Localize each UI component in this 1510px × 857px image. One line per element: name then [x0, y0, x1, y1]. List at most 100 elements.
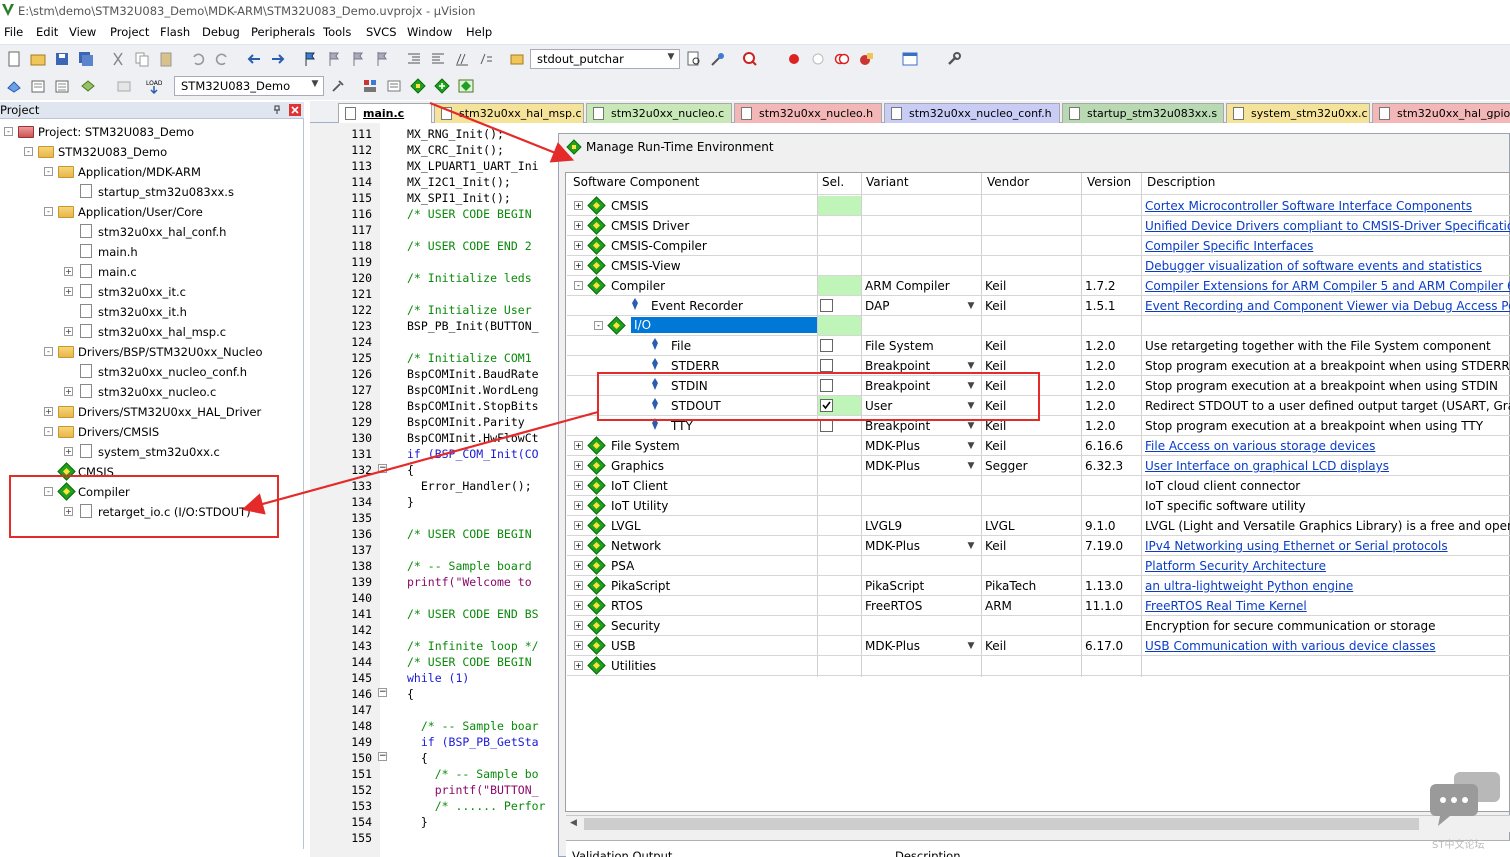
tree-node[interactable]: + system_stm32u0xx.c: [0, 443, 300, 461]
code-line[interactable]: BspCOMInit.HwFlowCt: [407, 431, 539, 445]
translate-icon[interactable]: [6, 78, 22, 94]
code-line[interactable]: MX_I2C1_Init();: [407, 175, 511, 189]
bookmark-next-icon[interactable]: [350, 51, 366, 67]
manage-books-icon[interactable]: [386, 78, 402, 94]
col-header-version[interactable]: Version: [1087, 175, 1131, 189]
menu-tools[interactable]: Tools: [323, 25, 351, 39]
code-line[interactable]: BSP_PB_Init(BUTTON_: [407, 319, 539, 333]
expand-icon[interactable]: +: [574, 601, 583, 610]
expand-icon[interactable]: +: [574, 501, 583, 510]
nav-forward-icon[interactable]: [270, 51, 286, 67]
code-line[interactable]: {: [407, 687, 414, 701]
code-line[interactable]: /* Infinite loop */: [407, 639, 539, 653]
new-file-icon[interactable]: [6, 51, 22, 67]
expand-icon[interactable]: +: [64, 287, 73, 296]
code-line[interactable]: /* Initialize User: [407, 303, 532, 317]
code-line[interactable]: /* USER CODE END 2: [407, 239, 532, 253]
code-line[interactable]: /* USER CODE BEGIN: [407, 527, 532, 541]
description-link[interactable]: Platform Security Architecture: [1145, 559, 1326, 573]
code-line[interactable]: /* Initialize leds: [407, 271, 532, 285]
code-line[interactable]: /* USER CODE BEGIN: [407, 655, 532, 669]
menu-debug[interactable]: Debug: [202, 25, 240, 39]
description-link[interactable]: FreeRTOS Real Time Kernel: [1145, 599, 1307, 613]
redo-icon[interactable]: [214, 51, 230, 67]
tree-node[interactable]: - STM32U083_Demo: [0, 143, 300, 161]
debug-search-icon[interactable]: [742, 51, 758, 67]
expand-icon[interactable]: +: [574, 221, 583, 230]
code-line[interactable]: printf("Welcome to: [407, 575, 532, 589]
rte-row[interactable]: + PSA Platform Security Architecture: [567, 556, 1510, 576]
target-combo[interactable]: STM32U083_Demo ▼: [174, 76, 324, 96]
tab-7[interactable]: system_stm32u0xx.c: [1226, 103, 1370, 123]
chevron-down-icon[interactable]: ▼: [963, 437, 979, 455]
tree-node[interactable]: - Application/User/Core: [0, 203, 300, 221]
collapse-icon[interactable]: -: [574, 281, 583, 290]
menu-file[interactable]: File: [4, 25, 23, 39]
description-link[interactable]: USB Communication with various device cl…: [1145, 639, 1436, 653]
tree-node[interactable]: + main.c: [0, 263, 300, 281]
collapse-icon[interactable]: -: [44, 207, 53, 216]
code-line[interactable]: MX_LPUART1_UART_Ini: [407, 159, 539, 173]
description-link[interactable]: Compiler Extensions for ARM Compiler 5 a…: [1145, 279, 1510, 293]
col-header-vendor[interactable]: Vendor: [987, 175, 1029, 189]
collapse-icon[interactable]: -: [44, 427, 53, 436]
menu-svcs[interactable]: SVCS: [366, 25, 397, 39]
tree-node[interactable]: - Drivers/BSP/STM32U0xx_Nucleo: [0, 343, 300, 361]
collapse-icon[interactable]: -: [4, 127, 13, 136]
nav-back-icon[interactable]: [246, 51, 262, 67]
chevron-down-icon[interactable]: ▼: [309, 79, 321, 93]
close-icon[interactable]: [289, 104, 301, 116]
description-link[interactable]: File Access on various storage devices: [1145, 439, 1375, 453]
tree-node[interactable]: stm32u0xx_hal_conf.h: [0, 223, 300, 241]
tree-node[interactable]: + Drivers/STM32U0xx_HAL_Driver: [0, 403, 300, 421]
scroll-left-icon[interactable]: ◀: [570, 818, 577, 828]
copy-icon[interactable]: [134, 51, 150, 67]
expand-icon[interactable]: +: [574, 241, 583, 250]
find-in-files-icon[interactable]: [510, 51, 526, 67]
expand-icon[interactable]: +: [574, 661, 583, 670]
chevron-down-icon[interactable]: ▼: [665, 52, 677, 66]
tab-5[interactable]: stm32u0xx_nucleo_conf.h: [884, 103, 1060, 123]
tab-3[interactable]: stm32u0xx_nucleo.c: [586, 103, 732, 123]
undo-icon[interactable]: [190, 51, 206, 67]
code-line[interactable]: MX_SPI1_Init();: [407, 191, 511, 205]
expand-icon[interactable]: +: [64, 387, 73, 396]
bookmark-clear-icon[interactable]: [374, 51, 390, 67]
tree-node[interactable]: - Drivers/CMSIS: [0, 423, 300, 441]
fold-icon[interactable]: −: [378, 752, 387, 761]
col-header-component[interactable]: Software Component: [573, 175, 699, 189]
tree-node[interactable]: + stm32u0xx_nucleo.c: [0, 383, 300, 401]
tree-node[interactable]: + stm32u0xx_it.c: [0, 283, 300, 301]
menu-help[interactable]: Help: [466, 25, 492, 39]
menu-view[interactable]: View: [69, 25, 96, 39]
expand-icon[interactable]: +: [64, 447, 73, 456]
rte-row[interactable]: Event Recorder DAP ▼ Keil 1.5.1 Event Recordi…: [567, 296, 1510, 316]
code-line[interactable]: {: [407, 751, 428, 765]
rte-row[interactable]: + IoT Client IoT cloud client connector: [567, 476, 1510, 496]
rte-row[interactable]: + Security Encryption for secure communica…: [567, 616, 1510, 636]
download-load-icon[interactable]: LOAD: [146, 78, 162, 94]
rebuild-icon[interactable]: [54, 78, 70, 94]
chevron-down-icon[interactable]: ▼: [963, 297, 979, 315]
code-line[interactable]: BspCOMInit.BaudRate: [407, 367, 539, 381]
col-header-sel[interactable]: Sel.: [822, 175, 844, 189]
code-line[interactable]: BspCOMInit.StopBits: [407, 399, 539, 413]
menu-project[interactable]: Project: [110, 25, 149, 39]
tree-node[interactable]: startup_stm32u083xx.s: [0, 183, 300, 201]
select-checkbox[interactable]: [820, 299, 833, 312]
collapse-icon[interactable]: -: [44, 347, 53, 356]
expand-icon[interactable]: +: [574, 481, 583, 490]
save-all-icon[interactable]: [78, 51, 94, 67]
fold-icon[interactable]: −: [378, 464, 387, 473]
description-link[interactable]: an ultra-lightweight Python engine: [1145, 579, 1353, 593]
pack-installer-icon[interactable]: [434, 78, 450, 94]
description-link[interactable]: Event Recording and Component Viewer via…: [1145, 299, 1510, 313]
open-folder-icon[interactable]: [30, 51, 46, 67]
rte-row[interactable]: + LVGL LVGL9 LVGL 9.1.0 LVGL (Light and Versa…: [567, 516, 1510, 536]
tab-1[interactable]: main.c: [338, 103, 432, 123]
code-line[interactable]: MX_RNG_Init();: [407, 127, 504, 141]
stop-build-icon[interactable]: [116, 78, 132, 94]
breakpoint-disable-icon[interactable]: [810, 51, 826, 67]
find-icon[interactable]: [686, 51, 702, 67]
chevron-down-icon[interactable]: ▼: [963, 537, 979, 555]
